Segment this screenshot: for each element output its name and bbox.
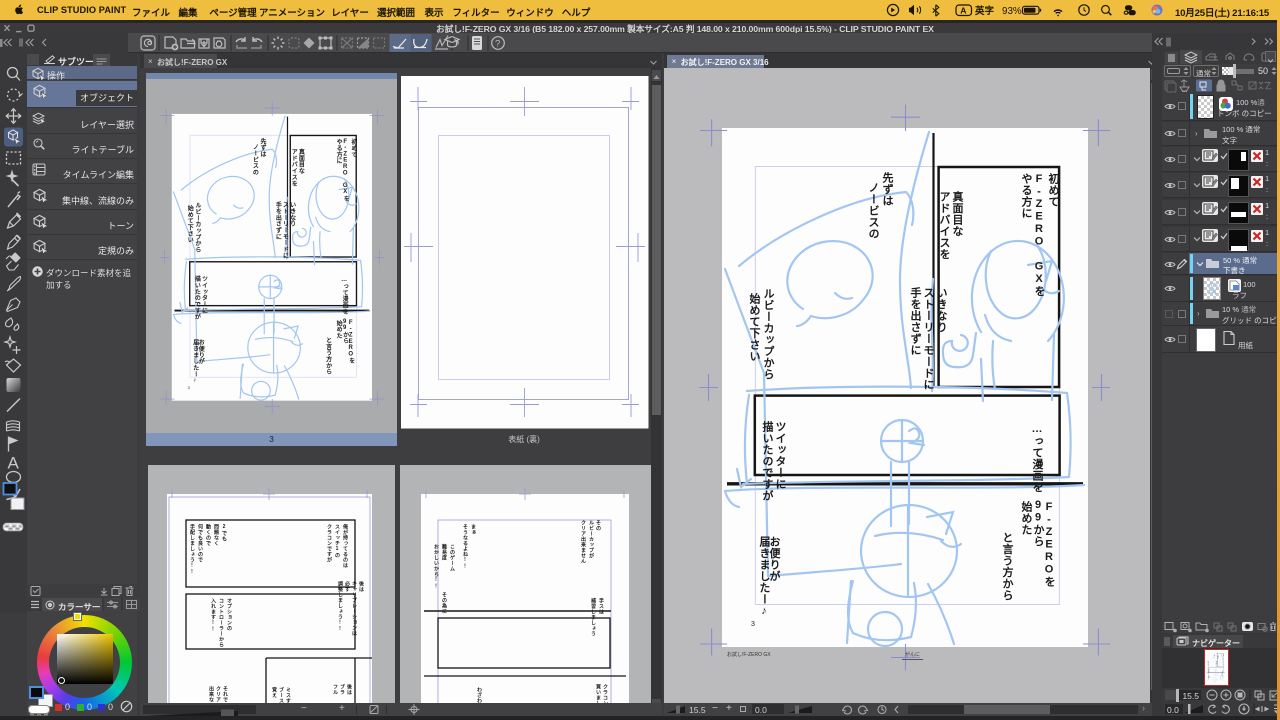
- svg-text:93%: 93%: [1002, 6, 1022, 17]
- svg-text:A: A: [960, 6, 966, 16]
- svg-text:A: A: [8, 454, 20, 473]
- svg-text:?: ?: [495, 39, 500, 50]
- svg-text:英字: 英字: [975, 5, 995, 17]
